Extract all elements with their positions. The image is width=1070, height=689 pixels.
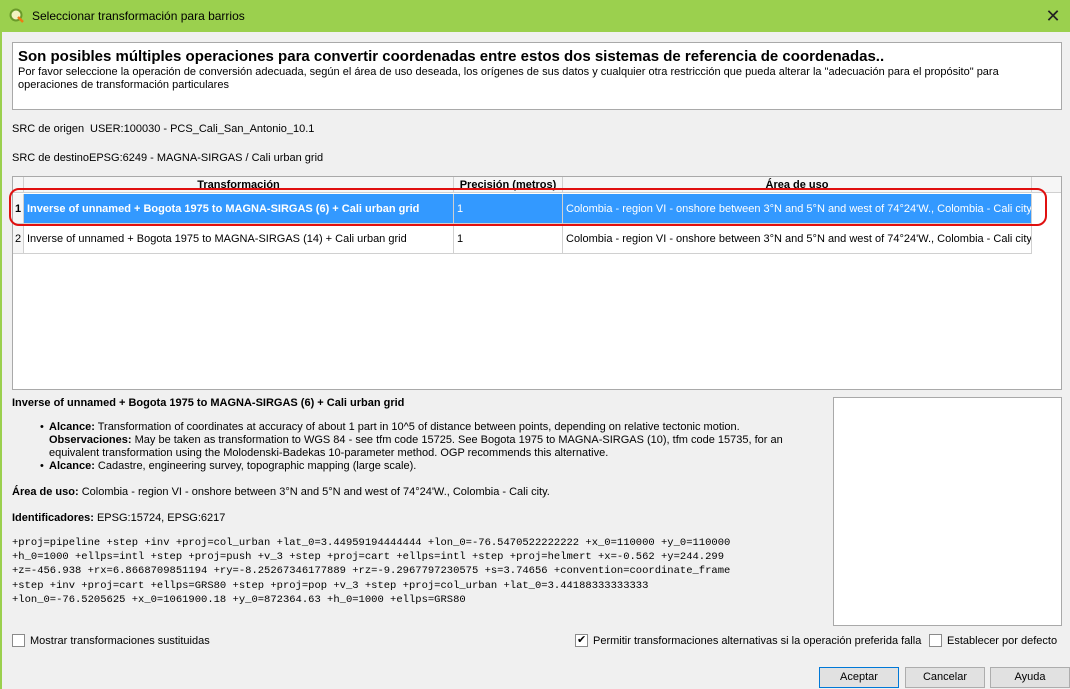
area-preview-map (833, 397, 1062, 626)
item-text: Cadastre, engineering survey, topographi… (97, 460, 417, 472)
info-text: Por favor seleccione la operación de con… (18, 66, 999, 91)
cell-transformation[interactable]: Inverse of unnamed + Bogota 1975 to MAGN… (24, 224, 454, 254)
header-corner (13, 177, 24, 193)
table-header: Transformación Precisión (metros) Área d… (13, 177, 1061, 193)
checkbox-box[interactable] (929, 634, 942, 647)
details-item: • Alcance: Transformation of coordinates… (40, 421, 822, 460)
cell-area[interactable]: Colombia - region VI - onshore between 3… (563, 224, 1032, 254)
proj-line: +step +inv +proj=cart +ellps=GRS80 +step… (12, 579, 649, 592)
help-button[interactable]: Ayuda (990, 667, 1070, 688)
identifiers-value: EPSG:15724, EPSG:6217 (96, 512, 226, 524)
window-title: Seleccionar transformación para barrios (32, 9, 245, 23)
transformations-table[interactable]: Transformación Precisión (metros) Área d… (12, 176, 1062, 390)
header-transformation[interactable]: Transformación (24, 177, 454, 193)
proj-line: +z=-456.938 +rx=6.8668709851194 +ry=-8.2… (12, 565, 731, 578)
details-panel: Inverse of unnamed + Bogota 1975 to MAGN… (12, 396, 827, 626)
proj-line: +lon_0=-76.5205625 +x_0=1061900.18 +y_0=… (12, 593, 466, 606)
info-heading: Son posibles múltiples operaciones para … (18, 48, 885, 65)
source-crs-label: SRC de origen (12, 123, 85, 135)
item-label: Alcance: (49, 421, 95, 433)
details-item: • Alcance: Cadastre, engineering survey,… (40, 460, 822, 473)
dest-crs-row: SRC de destinoEPSG:6249 - MAGNA-SIRGAS /… (12, 152, 323, 164)
close-icon: ✕ (1045, 6, 1061, 26)
identifiers-label: Identificadores: (12, 512, 94, 524)
cell-area[interactable]: Colombia - region VI - onshore between 3… (563, 194, 1032, 224)
dest-crs-value: EPSG:6249 - MAGNA-SIRGAS / Cali urban gr… (89, 152, 324, 164)
row-number[interactable]: 2 (13, 224, 24, 254)
cell-precision[interactable]: 1 (454, 194, 563, 224)
cell-precision[interactable]: 1 (454, 224, 563, 254)
accept-button[interactable]: Aceptar (819, 667, 899, 688)
row-number[interactable]: 1 (13, 194, 24, 224)
title-bar: Seleccionar transformación para barrios … (0, 0, 1070, 32)
qgis-logo-icon (9, 8, 24, 23)
proj-line: +proj=pipeline +step +inv +proj=col_urba… (12, 537, 731, 549)
window-frame (0, 32, 2, 689)
item-label: Observaciones: (49, 434, 132, 446)
item-label: Alcance: (49, 460, 95, 472)
header-precision[interactable]: Precisión (metros) (454, 177, 563, 193)
bullet-icon: • (40, 421, 44, 433)
dest-crs-label: SRC de destino (12, 152, 90, 164)
proj-string: +proj=pipeline +step +inv +proj=col_urba… (12, 536, 827, 607)
close-button[interactable]: ✕ (1040, 4, 1066, 28)
info-box: Son posibles múltiples operaciones para … (12, 42, 1062, 110)
checkbox-label[interactable]: Permitir transformaciones alternativas s… (593, 635, 921, 647)
checkbox-box[interactable] (575, 633, 588, 647)
area-label: Área de uso: (12, 486, 79, 498)
item-text: May be taken as transformation to WGS 84… (49, 434, 783, 459)
details-area: Área de uso: Colombia - region VI - onsh… (12, 486, 550, 498)
source-crs-row: SRC de origen USER:100030 - PCS_Cali_San_… (12, 123, 314, 135)
header-area[interactable]: Área de uso (563, 177, 1032, 193)
cancel-button[interactable]: Cancelar (905, 667, 985, 688)
bullet-icon: • (40, 460, 44, 472)
cell-transformation[interactable]: Inverse of unnamed + Bogota 1975 to MAGN… (24, 194, 454, 224)
checkbox-label[interactable]: Mostrar transformaciones sustituidas (30, 635, 210, 647)
details-list: • Alcance: Transformation of coordinates… (40, 421, 822, 473)
details-title: Inverse of unnamed + Bogota 1975 to MAGN… (12, 397, 405, 409)
table-row[interactable]: 2 Inverse of unnamed + Bogota 1975 to MA… (13, 224, 1033, 254)
item-text: Transformation of coordinates at accurac… (97, 421, 740, 433)
source-crs-value: USER:100030 - PCS_Cali_San_Antonio_10.1 (90, 123, 315, 135)
area-value: Colombia - region VI - onshore between 3… (81, 486, 550, 498)
checkbox-box[interactable] (12, 634, 25, 647)
details-identifiers: Identificadores: EPSG:15724, EPSG:6217 (12, 512, 225, 524)
proj-line: +h_0=1000 +ellps=intl +step +proj=push +… (12, 551, 725, 564)
table-row[interactable]: 1 Inverse of unnamed + Bogota 1975 to MA… (13, 194, 1033, 224)
checkbox-label[interactable]: Establecer por defecto (947, 635, 1057, 647)
